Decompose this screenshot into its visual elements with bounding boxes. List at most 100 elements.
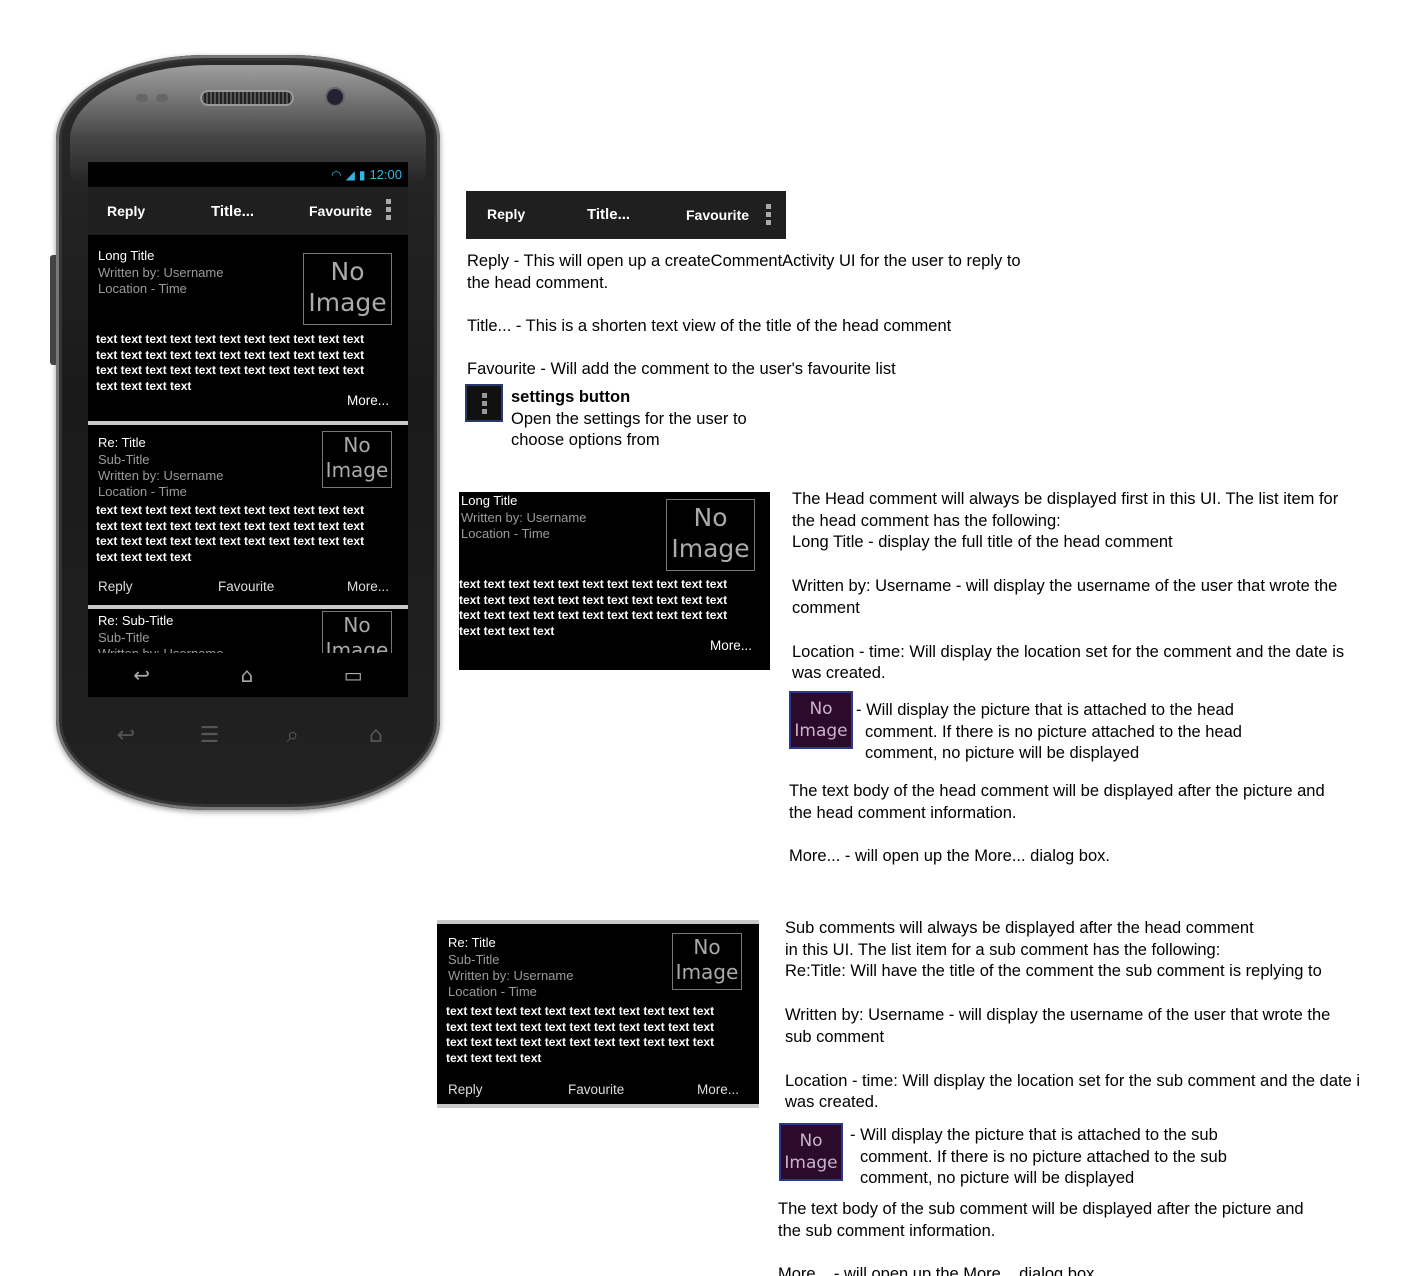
favourite-button[interactable]: Favourite bbox=[686, 207, 749, 223]
sub-location-time: Location - Time bbox=[98, 484, 187, 499]
menu-icon[interactable]: ☰ bbox=[189, 723, 229, 753]
note-line: Long Title - display the full title of t… bbox=[792, 533, 1173, 552]
sub-favourite-button[interactable]: Favourite bbox=[218, 579, 274, 594]
body-line: text text text text text text text text … bbox=[459, 577, 728, 591]
sub-favourite-button[interactable]: Favourite bbox=[568, 1082, 624, 1097]
head-image-placeholder: No Image bbox=[303, 253, 392, 325]
title-note: Title... - This is a shorten text view o… bbox=[467, 317, 952, 335]
sub-written-by: Written by: Username bbox=[98, 468, 224, 483]
head-title: Long Title bbox=[461, 493, 518, 508]
head-location-time: Location - Time bbox=[461, 526, 550, 541]
action-bar-sample: Reply Title... Favourite bbox=[466, 191, 786, 239]
status-bar: ◠ ◢ ▮ 12:00 bbox=[88, 162, 408, 187]
note-line: comment. If there is no picture attached… bbox=[860, 1147, 1227, 1166]
reply-button[interactable]: Reply bbox=[107, 203, 145, 219]
note-line: More... - will open up the More... dialo… bbox=[778, 1265, 1099, 1276]
body-line: text text text text text text text text … bbox=[446, 1019, 715, 1034]
head-more-button[interactable]: More... bbox=[347, 393, 389, 408]
note-line: the head comment information. bbox=[789, 803, 1017, 822]
note-line: choose options from bbox=[511, 431, 660, 450]
note-line: comment, no picture will be displayed bbox=[865, 744, 1140, 763]
proximity-sensor bbox=[136, 94, 148, 102]
note-line: the sub comment information. bbox=[778, 1221, 996, 1240]
recents-icon[interactable]: ▭ bbox=[344, 663, 363, 687]
head-image-note: - Will display the picture that is attac… bbox=[856, 700, 1242, 765]
sub-subtitle: Sub-Title bbox=[448, 952, 500, 967]
image-text: No bbox=[693, 935, 721, 959]
reply-button[interactable]: Reply bbox=[487, 206, 525, 222]
search-icon[interactable]: ⌕ bbox=[273, 723, 313, 753]
note-line: the head comment has the following: bbox=[792, 511, 1061, 530]
image-text: Image bbox=[325, 458, 389, 482]
note-line: More... - will open up the More... dialo… bbox=[789, 847, 1110, 866]
home-icon[interactable]: ⌂ bbox=[356, 723, 396, 753]
image-text: No bbox=[330, 257, 365, 286]
image-text: Image bbox=[794, 721, 848, 741]
phone-mockup: ◠ ◢ ▮ 12:00 Reply Title... Favourite Lon… bbox=[50, 55, 440, 810]
image-text: No bbox=[799, 1131, 823, 1151]
note-line: Location - time: Will display the locati… bbox=[785, 1071, 1361, 1090]
head-comment-sample: Long Title Written by: Username Location… bbox=[459, 492, 770, 670]
body-line: text text text text text text text text … bbox=[446, 1004, 715, 1018]
action-bar: Reply Title... Favourite bbox=[88, 187, 408, 235]
note-line: The text body of the sub comment will be… bbox=[778, 1200, 1304, 1218]
note-line: sub comment bbox=[785, 1027, 885, 1046]
body-line: text text text text text text text text … bbox=[96, 534, 365, 548]
volume-button bbox=[50, 255, 56, 365]
note-line: was created. bbox=[785, 1093, 879, 1112]
status-time: 12:00 bbox=[369, 167, 402, 182]
note-line: Re:Title: Will have the title of the com… bbox=[785, 962, 1322, 981]
sub-title: Re: Title bbox=[448, 935, 496, 950]
navigation-bar: ↩ ⌂ ▭ bbox=[88, 653, 408, 697]
sub-more-button[interactable]: More... bbox=[697, 1082, 739, 1097]
back-icon[interactable]: ↩ bbox=[133, 663, 150, 687]
sub-reply-button[interactable]: Reply bbox=[448, 1082, 483, 1097]
sub-body: text text text text text text text text … bbox=[96, 503, 364, 565]
sub-body: text text text text text text text text … bbox=[446, 1004, 714, 1066]
image-text: Image bbox=[784, 1153, 838, 1173]
sub-note: Sub comments will always be displayed af… bbox=[785, 918, 1360, 1114]
note-line: Written by: Username - will display the … bbox=[785, 1006, 1331, 1025]
note-line: - Will display the picture that is attac… bbox=[856, 701, 1234, 719]
body-line: text text text text text text text text … bbox=[446, 1035, 715, 1049]
title-label: Title... bbox=[211, 202, 255, 220]
sub-title: Re: Title bbox=[98, 435, 146, 450]
light-sensor bbox=[156, 94, 168, 102]
sub-comment-item[interactable]: Re: Title Sub-Title Written by: Username… bbox=[88, 425, 408, 605]
back-icon[interactable]: ↩ bbox=[106, 723, 146, 753]
sub-image-placeholder: No Image bbox=[322, 431, 392, 488]
head-comment-item[interactable]: Long Title Written by: Username Location… bbox=[88, 235, 408, 421]
note-line: Written by: Username - will display the … bbox=[792, 577, 1338, 596]
head-location-time: Location - Time bbox=[98, 281, 187, 296]
body-line: text text text text bbox=[96, 549, 192, 564]
head-more-button[interactable]: More... bbox=[710, 638, 752, 653]
note-line: Location - time: Will display the locati… bbox=[792, 642, 1345, 661]
head-body: text text text text text text text text … bbox=[96, 332, 364, 394]
head-image-placeholder-icon: No Image bbox=[789, 691, 853, 749]
title-label: Title... bbox=[587, 206, 631, 223]
overflow-menu-icon[interactable] bbox=[766, 204, 771, 225]
settings-icon[interactable] bbox=[465, 384, 503, 422]
settings-heading: settings button bbox=[511, 388, 631, 406]
sub-subtitle: Sub-Title bbox=[98, 630, 150, 645]
home-icon[interactable]: ⌂ bbox=[241, 663, 254, 687]
body-line: text text text text text text text text … bbox=[459, 592, 728, 607]
favourite-button[interactable]: Favourite bbox=[309, 203, 372, 219]
overflow-menu-icon[interactable] bbox=[386, 199, 391, 220]
head-body-note: The text body of the head comment will b… bbox=[789, 781, 1325, 868]
note-line: was created. bbox=[792, 664, 886, 683]
image-text: Image bbox=[675, 960, 739, 984]
body-line: text text text text text text text text … bbox=[96, 503, 365, 517]
note-line: comment. If there is no picture attached… bbox=[865, 722, 1242, 741]
head-note: The Head comment will always be displaye… bbox=[792, 489, 1344, 685]
sub-more-button[interactable]: More... bbox=[347, 579, 389, 594]
sub-body-note: The text body of the sub comment will be… bbox=[778, 1199, 1304, 1276]
body-line: text text text text bbox=[459, 623, 555, 638]
sub-reply-button[interactable]: Reply bbox=[98, 579, 133, 594]
note-line: in this UI. The list item for a sub comm… bbox=[785, 940, 1221, 959]
body-line: text text text text text text text text … bbox=[96, 518, 365, 533]
image-text: Image bbox=[308, 288, 387, 318]
image-text: Image bbox=[671, 534, 750, 564]
sub-title: Re: Sub-Title bbox=[98, 613, 174, 628]
image-text: No bbox=[343, 613, 371, 637]
